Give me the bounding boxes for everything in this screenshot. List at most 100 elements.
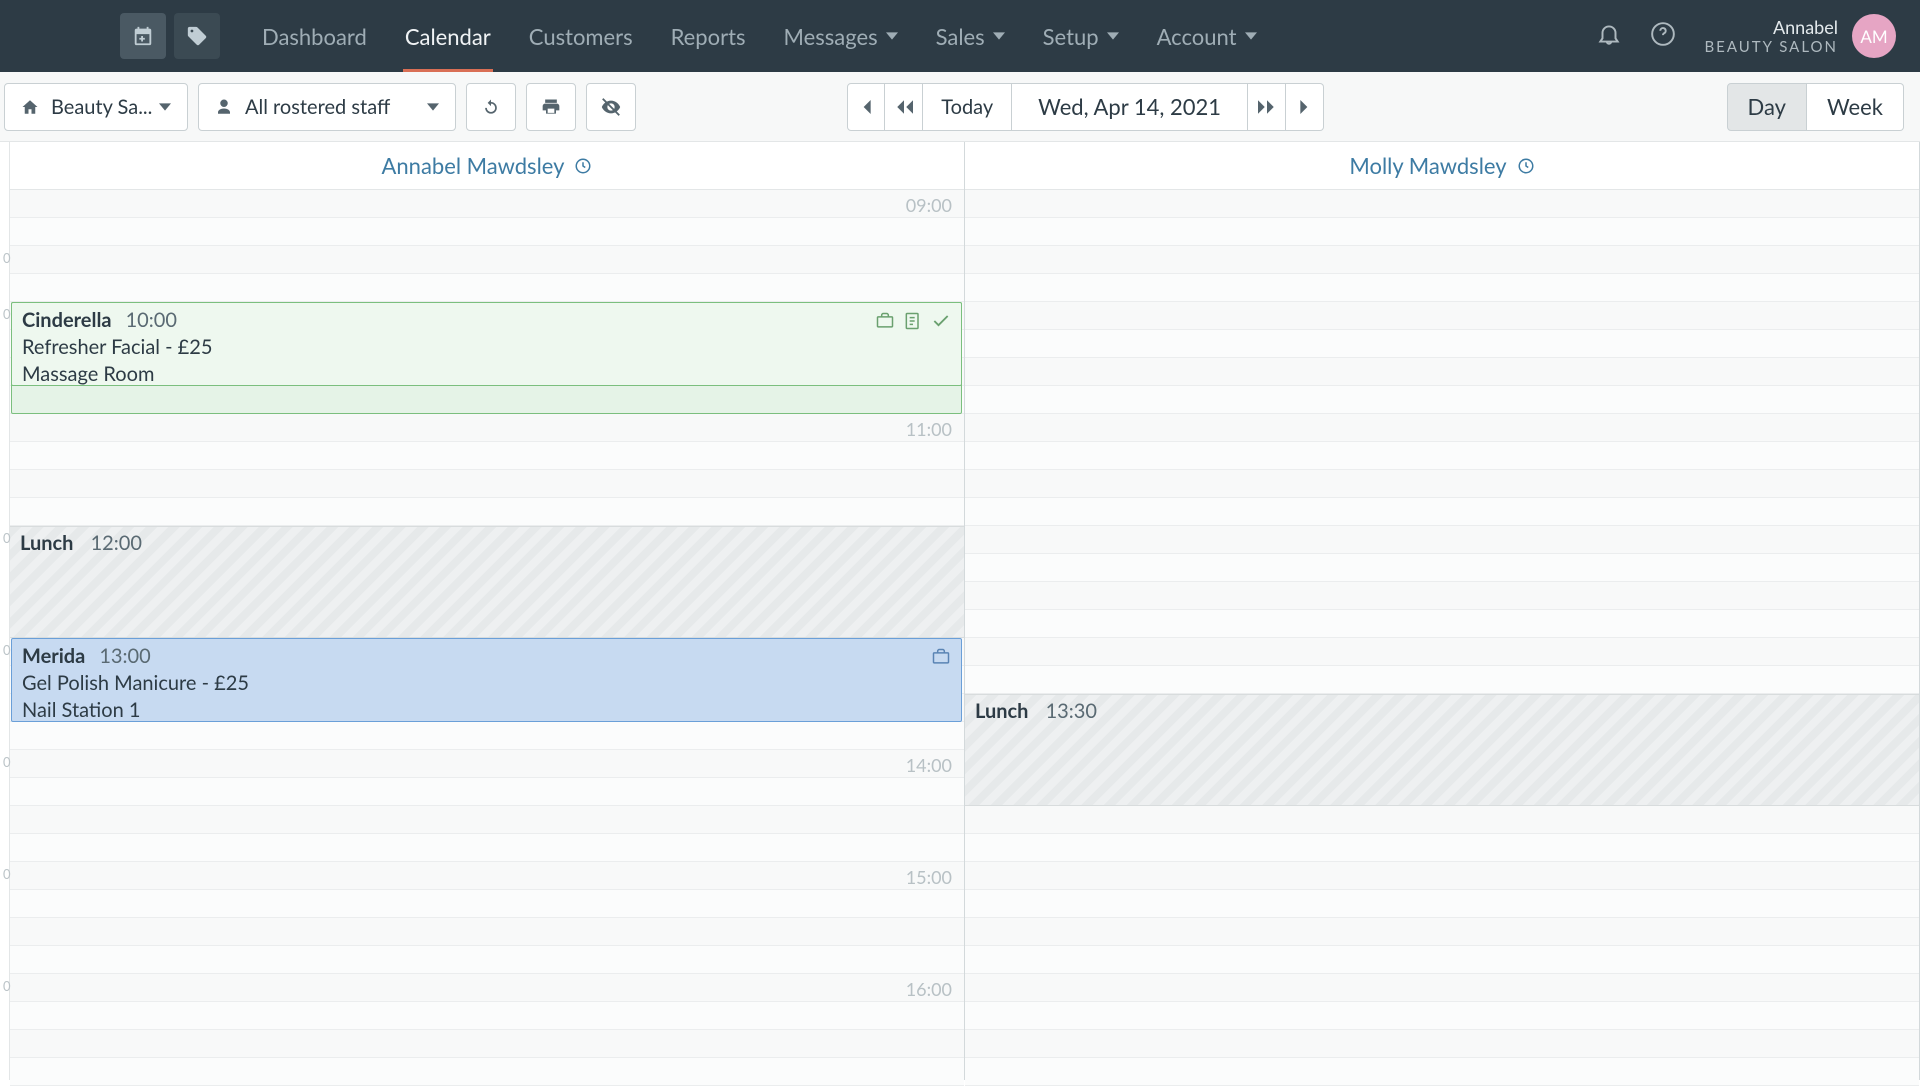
next-day-button[interactable]	[1286, 83, 1324, 131]
gutter-tick: 0	[3, 754, 11, 770]
left-icon-buttons	[120, 13, 220, 59]
appointment-icons	[875, 311, 951, 331]
staff-name: Annabel Mawdsley	[382, 152, 565, 179]
caret-down-icon	[427, 101, 439, 113]
appointment-room: Massage Room	[22, 361, 951, 388]
nav-links: Dashboard Calendar Customers Reports Mes…	[260, 15, 1259, 58]
nav-dashboard[interactable]: Dashboard	[260, 15, 369, 58]
nav-setup[interactable]: Setup	[1041, 15, 1121, 58]
view-toggle: Day Week	[1727, 83, 1904, 131]
appointment-time: 10:00	[126, 307, 177, 334]
location-label: Beauty Sa...	[51, 95, 152, 119]
prev-week-button[interactable]	[885, 83, 923, 131]
staff-body-annabel[interactable]: 09:00 11:00 12:00 14:00 15:00 16:00 Cind…	[10, 190, 964, 1080]
tag-icon[interactable]	[174, 13, 220, 59]
gutter-tick: 0	[3, 978, 11, 994]
nav-reports[interactable]: Reports	[669, 15, 748, 58]
hour-label: 09:00	[906, 194, 952, 216]
break-lunch-annabel[interactable]: Lunch 12:00	[10, 526, 964, 638]
view-week-button[interactable]: Week	[1807, 83, 1904, 131]
appointment-header: Merida 13:00	[22, 643, 951, 670]
chevron-double-left-icon	[895, 100, 913, 114]
nav-right: Annabel BEAUTY SALON AM	[1596, 14, 1896, 58]
appointment-room: Nail Station 1	[22, 697, 951, 724]
calendar-toolbar: Beauty Sa... All rostered staff Today We…	[0, 72, 1920, 142]
nav-sales[interactable]: Sales	[934, 15, 1007, 58]
nav-customers[interactable]: Customers	[527, 15, 635, 58]
nav-account-label: Account	[1157, 23, 1237, 50]
user-name: Annabel	[1704, 16, 1838, 38]
time-gutter	[0, 142, 10, 1080]
calendar-grid: Annabel Mawdsley 09:00 11:00 12:00 14:00…	[0, 142, 1920, 1080]
appointment-service: Gel Polish Manicure - £25	[22, 670, 951, 697]
gutter-tick: 0	[3, 250, 11, 266]
visibility-button[interactable]	[586, 83, 636, 131]
appointment-merida[interactable]: Merida 13:00 Gel Polish Manicure - £25 N…	[11, 638, 962, 722]
print-icon	[541, 97, 561, 117]
avatar: AM	[1852, 14, 1896, 58]
refresh-button[interactable]	[466, 83, 516, 131]
staff-name: Molly Mawdsley	[1349, 152, 1506, 179]
nav-calendar[interactable]: Calendar	[403, 15, 493, 58]
staff-header-molly[interactable]: Molly Mawdsley	[965, 142, 1919, 190]
caret-down-icon	[1245, 30, 1257, 42]
staff-header-annabel[interactable]: Annabel Mawdsley	[10, 142, 964, 190]
staff-filter-select[interactable]: All rostered staff	[198, 83, 456, 131]
clock-icon	[574, 157, 592, 175]
nav-messages[interactable]: Messages	[782, 15, 900, 58]
refresh-icon	[481, 97, 501, 117]
nav-setup-label: Setup	[1043, 23, 1099, 50]
help-icon[interactable]	[1650, 21, 1676, 51]
appointment-icons	[931, 647, 951, 667]
staff-column-molly: Molly Mawdsley Lunch 13:30	[965, 142, 1920, 1080]
notifications-icon[interactable]	[1596, 21, 1622, 51]
appointment-service: Refresher Facial - £25	[22, 334, 951, 361]
chevron-double-right-icon	[1258, 100, 1276, 114]
appointment-header: Cinderella 10:00	[22, 307, 951, 334]
nav-messages-label: Messages	[784, 23, 878, 50]
appointment-client: Cinderella	[22, 307, 112, 334]
break-title: Lunch	[975, 699, 1028, 723]
location-select[interactable]: Beauty Sa...	[4, 83, 188, 131]
appointment-cinderella[interactable]: Cinderella 10:00 Refresher Facial - £25 …	[11, 302, 962, 386]
caret-down-icon	[1107, 30, 1119, 42]
top-nav: Dashboard Calendar Customers Reports Mes…	[0, 0, 1920, 72]
user-text: Annabel BEAUTY SALON	[1704, 16, 1838, 56]
user-menu[interactable]: Annabel BEAUTY SALON AM	[1704, 14, 1896, 58]
hour-label: 11:00	[906, 418, 952, 440]
chevron-left-icon	[859, 100, 873, 114]
break-time: 12:00	[91, 531, 142, 555]
new-appointment-icon[interactable]	[120, 13, 166, 59]
chevron-right-icon	[1298, 100, 1312, 114]
caret-down-icon	[159, 101, 171, 113]
person-icon	[215, 98, 233, 116]
gutter-tick: 0	[3, 866, 11, 882]
note-icon	[903, 311, 923, 331]
hour-label: 16:00	[906, 978, 952, 1000]
gutter-tick: 0	[3, 642, 11, 658]
date-display[interactable]: Wed, Apr 14, 2021	[1012, 83, 1248, 131]
caret-down-icon	[993, 30, 1005, 42]
view-day-button[interactable]: Day	[1727, 83, 1807, 131]
prev-day-button[interactable]	[847, 83, 885, 131]
nav-account[interactable]: Account	[1155, 15, 1259, 58]
briefcase-icon	[931, 647, 951, 667]
break-lunch-molly[interactable]: Lunch 13:30	[965, 694, 1919, 806]
eye-off-icon	[600, 96, 622, 118]
break-title: Lunch	[20, 531, 73, 555]
briefcase-icon	[875, 311, 895, 331]
clock-icon	[1517, 157, 1535, 175]
next-week-button[interactable]	[1248, 83, 1286, 131]
caret-down-icon	[886, 30, 898, 42]
home-icon	[21, 98, 39, 116]
staff-body-molly[interactable]: Lunch 13:30	[965, 190, 1919, 1080]
appointment-client: Merida	[22, 643, 85, 670]
print-button[interactable]	[526, 83, 576, 131]
user-salon: BEAUTY SALON	[1704, 38, 1838, 56]
staff-filter-label: All rostered staff	[245, 95, 390, 119]
gutter-tick: 0	[3, 530, 11, 546]
staff-column-annabel: Annabel Mawdsley 09:00 11:00 12:00 14:00…	[10, 142, 965, 1080]
date-navigation: Today Wed, Apr 14, 2021	[847, 83, 1324, 131]
check-icon	[931, 311, 951, 331]
today-button[interactable]: Today	[923, 83, 1012, 131]
